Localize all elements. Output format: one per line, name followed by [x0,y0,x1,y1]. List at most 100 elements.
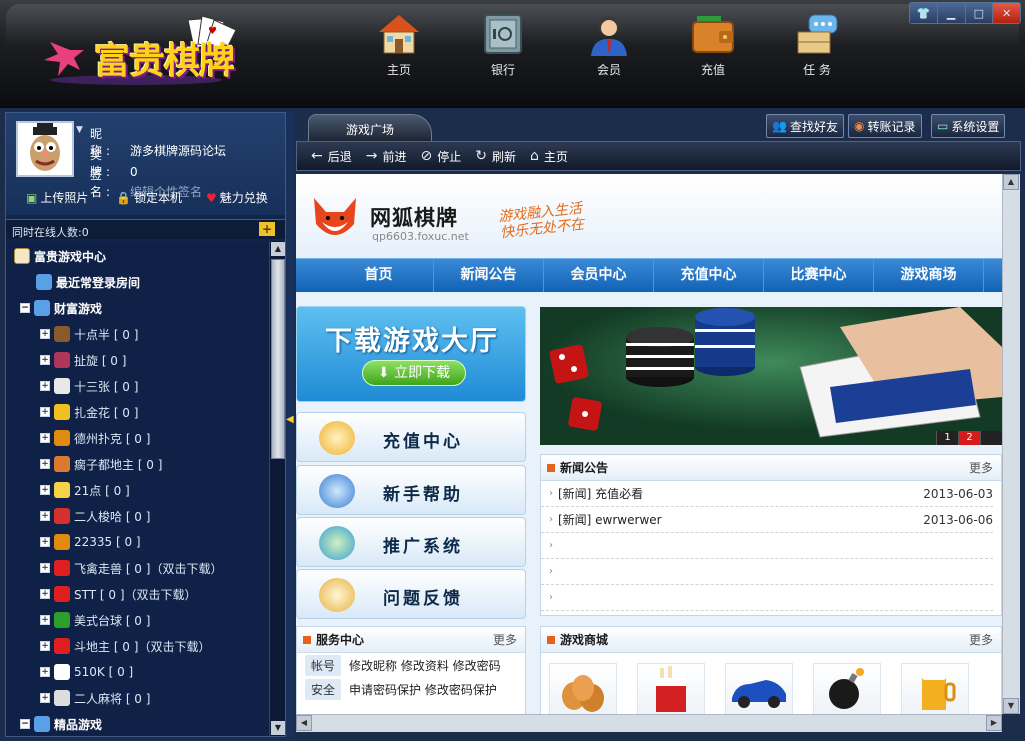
news-item[interactable]: › [541,559,993,585]
shop-more-link[interactable]: 更多 [969,631,993,648]
maximize-button[interactable]: □ [965,3,994,23]
find-friend-button[interactable]: 👥 查找好友 [766,114,844,138]
download-now-button[interactable]: ⬇ 立即下载 [362,360,466,386]
minimize-button[interactable]: ▁ [937,3,966,23]
nav-home[interactable]: 主页 [364,12,434,82]
site-nav-home[interactable]: 首页 [324,259,434,292]
nav-recharge[interactable]: 充值 [678,12,748,82]
news-item[interactable]: › [541,585,993,611]
upload-photo-button[interactable]: ▣ 上传照片 [26,189,88,206]
scroll-up-icon[interactable]: ▲ [271,242,285,256]
expand-toggle[interactable]: + [40,329,50,339]
tree-scrollbar[interactable]: ▲ ▼ [269,241,285,736]
game-node[interactable]: +22335 [ 0 ] [40,531,141,553]
expand-toggle[interactable]: + [40,589,50,599]
web-vertical-scrollbar[interactable]: ▲ ▼ [1002,174,1020,714]
site-nav-member[interactable]: 会员中心 [544,259,654,292]
service-more-link[interactable]: 更多 [493,631,517,648]
expand-toggle[interactable]: + [40,433,50,443]
expand-toggle[interactable]: + [40,485,50,495]
nav-bank[interactable]: 银行 [468,12,538,82]
stop-button[interactable]: ⊘ 停止 [421,148,462,165]
collapse-toggle[interactable]: − [20,303,30,313]
account-links[interactable]: 修改昵称 修改资料 修改密码 [349,657,501,674]
expand-toggle[interactable]: + [40,641,50,651]
panel-splitter[interactable]: ◀ [286,112,294,737]
game-node[interactable]: + 二人梭哈 [ 0 ] [40,505,150,527]
lock-machine-button[interactable]: 🔒 锁定本机 [116,189,182,206]
game-node[interactable]: + 二人麻将 [ 0 ] [40,687,150,709]
nav-task[interactable]: 任 务 [782,12,852,82]
tab-game-plaza[interactable]: 游戏广场 [308,114,432,141]
game-node[interactable]: +21点 [ 0 ] [40,479,130,501]
expand-toggle[interactable]: + [40,667,50,677]
news-item[interactable]: › [新闻] 充值必看 2013-06-03 [541,481,993,507]
news-more-link[interactable]: 更多 [969,459,993,476]
site-nav-news[interactable]: 新闻公告 [434,259,544,292]
expand-toggle[interactable]: + [40,381,50,391]
tree-recent-rooms[interactable]: 最近常登录房间 [36,271,140,293]
site-nav-match[interactable]: 比赛中心 [764,259,874,292]
game-node[interactable]: + 扎金花 [ 0 ] [40,401,138,423]
banner-page-3[interactable] [980,431,1002,445]
menu-feedback[interactable]: 问题反馈 [296,569,526,619]
collapse-toggle[interactable]: − [20,719,30,729]
game-node[interactable]: + 斗地主 [ 0 ]（双击下载） [40,635,210,657]
promo-banner[interactable]: 1 2 [540,307,1002,445]
menu-newbie-help[interactable]: 新手帮助 [296,465,526,515]
expand-toggle[interactable]: + [40,615,50,625]
charm-exchange-button[interactable]: ♥ 魅力兑换 [206,189,268,206]
expand-toggle[interactable]: + [40,407,50,417]
scroll-up-icon[interactable]: ▲ [1003,174,1019,190]
skin-button[interactable]: 👕 [910,3,938,23]
close-button[interactable]: ✕ [993,3,1020,23]
shop-item-bomb[interactable] [813,663,881,714]
game-node[interactable]: +510K [ 0 ] [40,661,133,683]
expand-toggle[interactable]: + [40,459,50,469]
expand-toggle[interactable]: + [40,563,50,573]
shop-item-cigarettes[interactable] [637,663,705,714]
expand-toggle[interactable]: + [40,355,50,365]
tree-group-premium[interactable]: − 精品游戏 [20,713,102,735]
nav-member[interactable]: 会员 [574,12,644,82]
game-node[interactable]: + 十点半 [ 0 ] [40,323,138,345]
scroll-left-icon[interactable]: ◀ [296,715,312,731]
menu-promotion[interactable]: 推广系统 [296,517,526,567]
site-nav-shop[interactable]: 游戏商场 [874,259,984,292]
tree-root[interactable]: 富贵游戏中心 [14,245,106,267]
shop-item-beer[interactable] [901,663,969,714]
web-horizontal-scrollbar[interactable]: ◀ ▶ [296,714,1002,732]
expand-toggle[interactable]: + [40,537,50,547]
site-nav-recharge[interactable]: 充值中心 [654,259,764,292]
forward-button[interactable]: → 前进 [366,148,407,165]
game-node[interactable]: + 美式台球 [ 0 ] [40,609,150,631]
game-node[interactable]: + 瘸子都地主 [ 0 ] [40,453,162,475]
game-node[interactable]: + STT [ 0 ]（双击下载） [40,583,197,605]
news-item[interactable]: › [新闻] ewrwerwer 2013-06-06 [541,507,993,533]
news-item[interactable]: › [541,533,993,559]
transfer-record-button[interactable]: ◉ 转账记录 [848,114,922,138]
expand-toggle[interactable]: + [40,693,50,703]
system-settings-button[interactable]: ▭ 系统设置 [931,114,1006,138]
home-button[interactable]: ⌂ 主页 [530,148,568,165]
banner-page-2[interactable]: 2 [958,431,980,445]
scroll-right-icon[interactable]: ▶ [986,715,1002,731]
menu-recharge[interactable]: 充值中心 [296,412,526,462]
refresh-button[interactable]: ↻ 刷新 [475,148,516,165]
shop-item-car[interactable] [725,663,793,714]
scroll-thumb[interactable] [271,259,285,459]
security-links[interactable]: 申请密码保护 修改密码保护 [349,681,497,698]
tree-group-wealth[interactable]: − 财富游戏 [20,297,102,319]
collapse-arrow-icon[interactable]: ◀ [286,414,294,425]
shop-item-eggs[interactable] [549,663,617,714]
add-game-button[interactable]: + [259,222,275,236]
game-node[interactable]: + 扯旋 [ 0 ] [40,349,126,371]
scroll-down-icon[interactable]: ▼ [1003,698,1019,714]
avatar[interactable] [16,121,74,177]
expand-toggle[interactable]: + [40,511,50,521]
game-node[interactable]: + 飞禽走兽 [ 0 ]（双击下载） [40,557,222,579]
banner-page-1[interactable]: 1 [936,431,958,445]
game-node[interactable]: + 十三张 [ 0 ] [40,375,138,397]
scroll-down-icon[interactable]: ▼ [271,721,285,735]
game-node[interactable]: + 德州扑克 [ 0 ] [40,427,150,449]
